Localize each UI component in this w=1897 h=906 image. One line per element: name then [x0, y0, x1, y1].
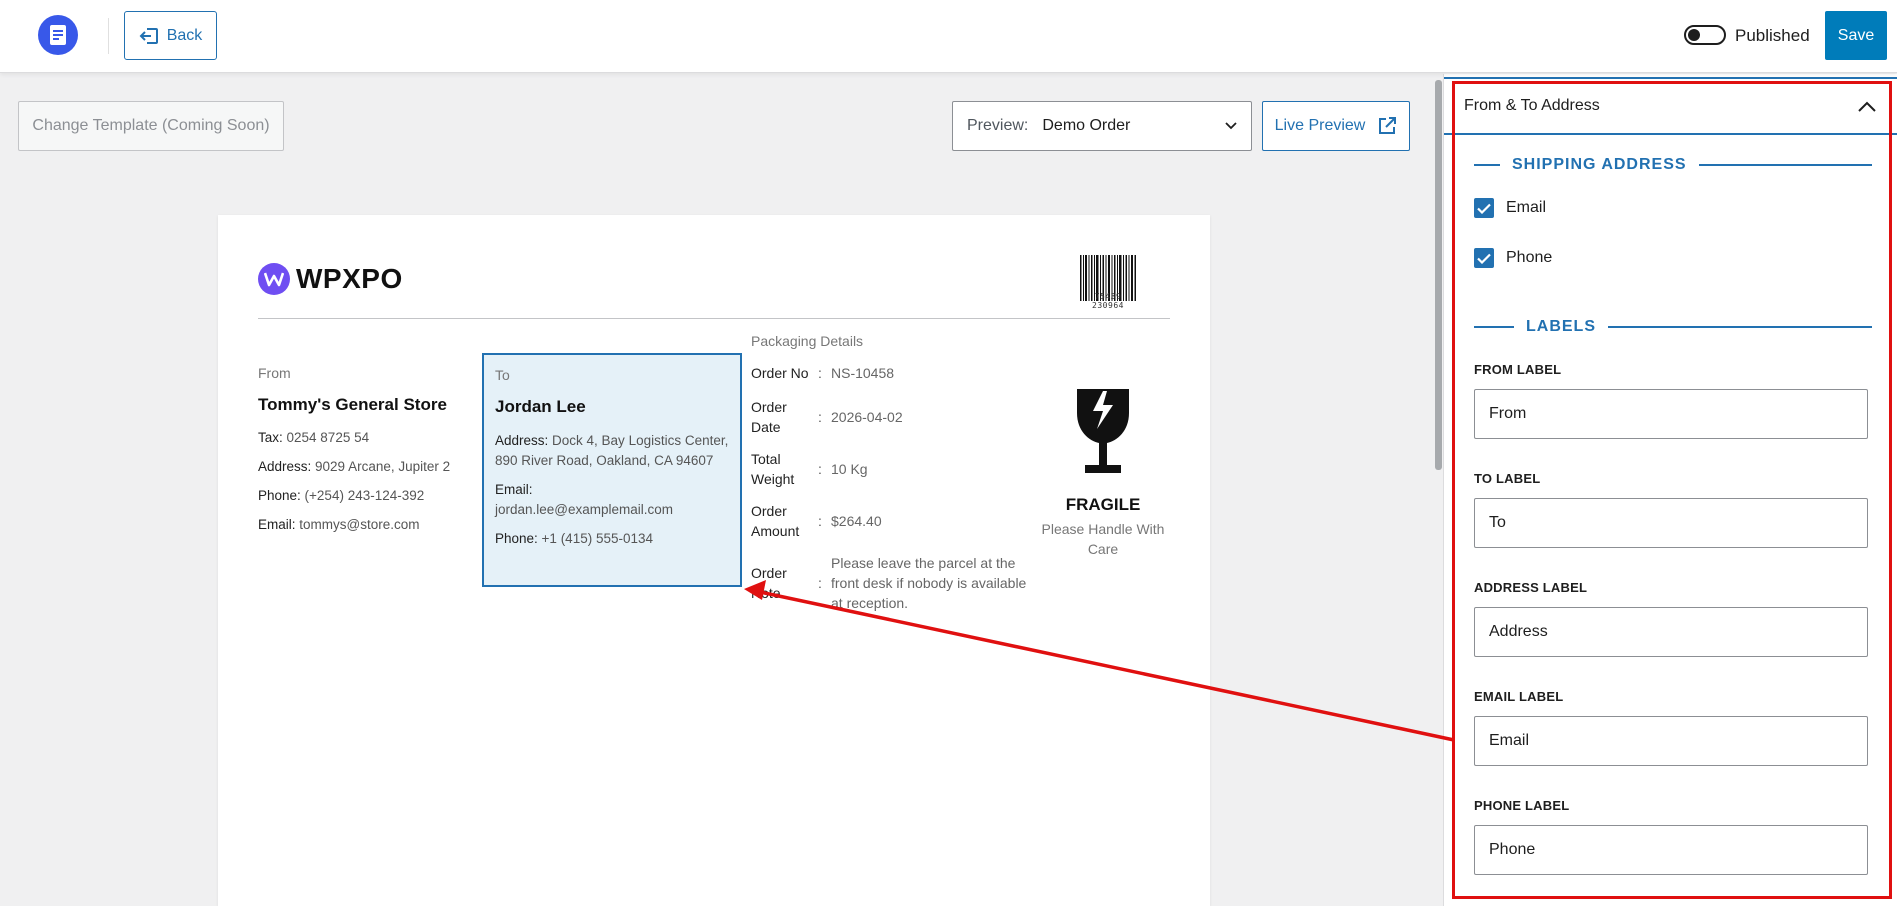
- back-button[interactable]: Back: [124, 11, 217, 60]
- address-label-input[interactable]: [1474, 607, 1868, 657]
- email-checkbox-label: Email: [1506, 199, 1547, 216]
- header-divider: [258, 318, 1170, 319]
- email-label-title: EMAIL LABEL: [1474, 689, 1564, 704]
- barcode-number: 75439 230964: [1092, 292, 1124, 310]
- fragile-glass-icon: [1077, 389, 1129, 473]
- app-logo-icon[interactable]: [38, 15, 78, 55]
- live-preview-button[interactable]: Live Preview: [1262, 101, 1410, 151]
- wpxpo-logo-icon: [258, 263, 290, 295]
- label-document: WPXPO 75439 230964 From Tommy's General …: [218, 215, 1210, 906]
- phone-checkbox-row[interactable]: Phone: [1474, 248, 1552, 268]
- from-tax: Tax: 0254 8725 54: [258, 430, 370, 445]
- pack-row: Order Note: Please leave the parcel at th…: [751, 555, 1027, 611]
- to-phone: Phone: +1 (415) 555-0134: [495, 531, 654, 546]
- pack-row: Total Weight:10 Kg: [751, 451, 868, 487]
- fragile-block[interactable]: FRAGILE Please Handle With Care: [1036, 387, 1170, 559]
- toggle-knob: [1688, 29, 1700, 41]
- settings-panel: From & To Address SHIPPING ADDRESS Email…: [1443, 74, 1897, 906]
- phone-label-input[interactable]: [1474, 825, 1868, 875]
- save-button[interactable]: Save: [1825, 11, 1887, 60]
- email-checkbox[interactable]: [1474, 198, 1494, 218]
- change-template-button: Change Template (Coming Soon): [18, 101, 284, 151]
- from-label-input[interactable]: [1474, 389, 1868, 439]
- from-address: Address: 9029 Arcane, Jupiter 2: [258, 459, 451, 474]
- packaging-title: Packaging Details: [751, 333, 864, 349]
- preview-select-label: Preview:: [967, 117, 1029, 134]
- external-link-icon: [1379, 117, 1397, 134]
- from-phone: Phone: (+254) 243-124-392: [258, 488, 425, 503]
- from-title: From: [258, 365, 291, 381]
- fragile-title: FRAGILE: [1065, 495, 1141, 514]
- preview-select-value: Demo Order: [1042, 117, 1131, 134]
- phone-label-title: PHONE LABEL: [1474, 798, 1570, 813]
- top-bar: Back Published Save: [0, 0, 1897, 73]
- from-email: Email: tommys@store.com: [258, 517, 420, 532]
- to-title: To: [495, 367, 510, 383]
- checkmark-icon: [1477, 253, 1491, 264]
- to-name: Jordan Lee: [495, 397, 586, 416]
- fragile-subtitle: Please Handle With Care: [1041, 521, 1165, 557]
- chevron-down-icon: [1225, 122, 1237, 130]
- shipping-address-heading: SHIPPING ADDRESS: [1474, 156, 1872, 174]
- checkmark-icon: [1477, 203, 1491, 214]
- packaging-block[interactable]: Packaging Details Order No: NS-10458 Orde…: [751, 333, 1041, 625]
- pack-row: Order No: NS-10458: [751, 365, 895, 381]
- email-label-input[interactable]: [1474, 716, 1868, 766]
- to-label-title: TO LABEL: [1474, 471, 1541, 486]
- brand: WPXPO: [258, 263, 403, 295]
- toolbar-divider: [108, 18, 109, 54]
- brand-name: WPXPO: [296, 263, 403, 294]
- to-email: Email: jordan.lee@examplemail.com: [495, 482, 674, 517]
- from-block[interactable]: From Tommy's General Store Tax: 0254 872…: [258, 365, 458, 545]
- pack-row: Order Date:2026-04-02: [751, 399, 903, 435]
- pack-row: Order Amount: $264.40: [751, 503, 882, 539]
- from-name: Tommy's General Store: [258, 395, 447, 414]
- phone-checkbox[interactable]: [1474, 248, 1494, 268]
- from-label-title: FROM LABEL: [1474, 362, 1562, 377]
- phone-checkbox-label: Phone: [1506, 249, 1553, 266]
- panel-section-title: From & To Address: [1464, 97, 1600, 114]
- chevron-up-icon[interactable]: [1858, 101, 1876, 112]
- live-preview-label: Live Preview: [1274, 117, 1366, 134]
- to-label-input[interactable]: [1474, 498, 1868, 548]
- published-label: Published: [1735, 26, 1810, 45]
- address-label-title: ADDRESS LABEL: [1474, 580, 1588, 595]
- panel-section-header[interactable]: From & To Address: [1444, 77, 1897, 135]
- to-address: Address: Dock 4, Bay Logistics Center, 8…: [495, 433, 729, 468]
- published-toggle[interactable]: [1684, 25, 1726, 45]
- to-block[interactable]: To Jordan Lee Address: Dock 4, Bay Logis…: [482, 353, 742, 587]
- labels-heading: LABELS: [1474, 318, 1872, 336]
- canvas-scrollbar-thumb[interactable]: [1435, 80, 1442, 470]
- back-arrow-icon: [139, 27, 158, 44]
- email-checkbox-row[interactable]: Email: [1474, 198, 1546, 218]
- preview-select[interactable]: Preview: Demo Order: [952, 101, 1252, 151]
- back-button-label: Back: [166, 26, 203, 44]
